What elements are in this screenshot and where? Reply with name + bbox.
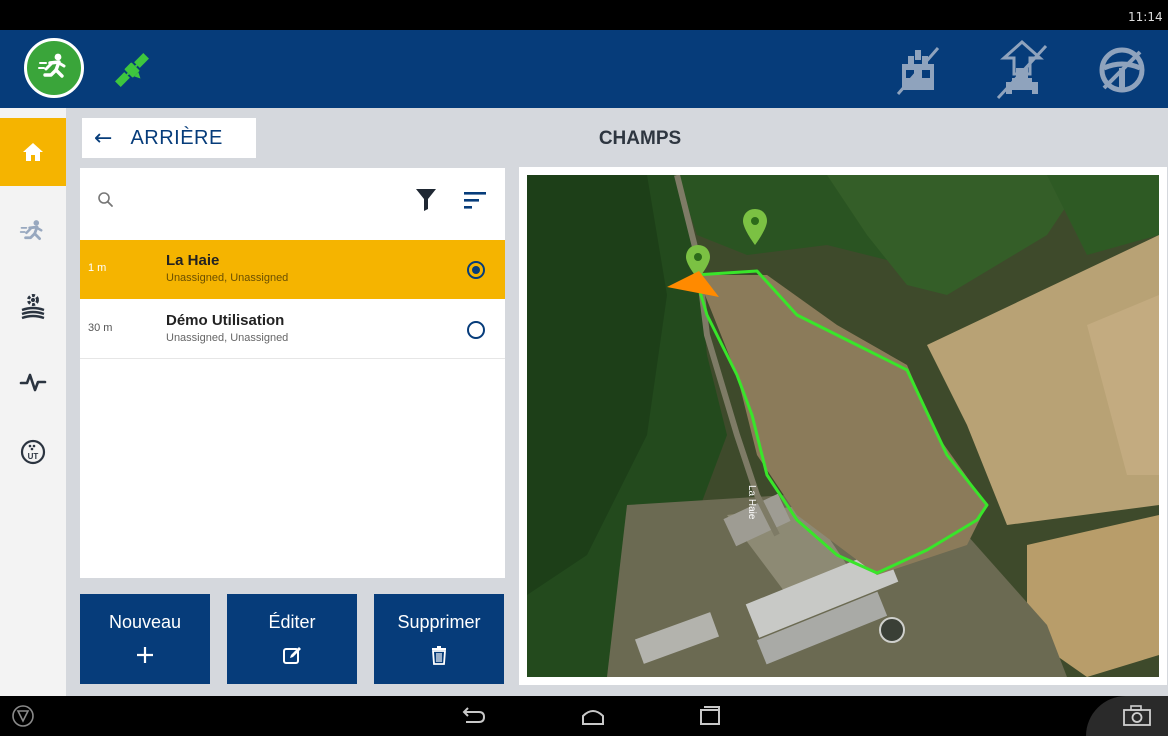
app-bar bbox=[0, 30, 1168, 108]
plus-icon bbox=[137, 647, 153, 663]
field-radio-selected[interactable] bbox=[467, 261, 485, 279]
isobus-ut-icon: UT bbox=[20, 439, 46, 465]
field-radio[interactable] bbox=[467, 321, 485, 339]
status-bar: 11:14 bbox=[0, 0, 1168, 30]
camera-icon bbox=[1123, 705, 1151, 726]
satellite-icon[interactable] bbox=[108, 46, 156, 94]
field-name: La Haie bbox=[166, 252, 220, 269]
side-nav-item-home[interactable] bbox=[0, 118, 66, 186]
field-distance: 30 m bbox=[88, 322, 113, 334]
edit-icon bbox=[283, 647, 301, 664]
trash-icon bbox=[432, 646, 446, 665]
field-settings-icon bbox=[21, 294, 45, 320]
autosteer-disabled-icon[interactable] bbox=[990, 38, 1054, 102]
diagnostics-icon bbox=[19, 373, 47, 392]
side-nav-item-run[interactable] bbox=[0, 198, 66, 266]
field-distance: 1 m bbox=[88, 262, 107, 274]
filter-icon[interactable] bbox=[414, 186, 438, 212]
home-nav-icon[interactable] bbox=[580, 704, 606, 728]
back-nav-icon[interactable] bbox=[460, 704, 486, 728]
field-assignment: Unassigned, Unassigned bbox=[166, 332, 289, 344]
side-nav-item-isobus-ut[interactable]: UT bbox=[0, 418, 66, 486]
steering-wheel-disabled-icon[interactable] bbox=[1090, 38, 1154, 102]
search-bar bbox=[80, 168, 505, 240]
satellite-map-image: La Haie bbox=[527, 175, 1159, 677]
running-person-icon bbox=[19, 220, 43, 240]
field-list-panel: 1 m La Haie Unassigned, Unassigned 30 m … bbox=[80, 168, 505, 578]
new-field-label: Nouveau bbox=[108, 612, 182, 632]
delete-field-button[interactable]: Supprimer bbox=[374, 594, 504, 684]
search-icon bbox=[98, 192, 113, 207]
run-button[interactable] bbox=[24, 38, 84, 98]
svg-text:UT: UT bbox=[28, 452, 39, 461]
field-list-item[interactable]: 1 m La Haie Unassigned, Unassigned bbox=[80, 240, 505, 299]
search-input[interactable] bbox=[124, 186, 424, 216]
new-field-button[interactable]: Nouveau bbox=[80, 594, 210, 684]
delete-field-label: Supprimer bbox=[397, 612, 481, 632]
arrow-left-icon: ← bbox=[94, 125, 113, 151]
home-icon bbox=[23, 143, 43, 161]
edit-field-label: Éditer bbox=[268, 612, 316, 632]
side-nav-item-field-settings[interactable] bbox=[0, 272, 66, 340]
screenshot-button[interactable] bbox=[1086, 696, 1168, 736]
page-title: CHAMPS bbox=[598, 128, 682, 149]
map-road-label: La Haie bbox=[746, 485, 757, 520]
side-nav: UT bbox=[0, 108, 66, 696]
side-nav-item-diagnostics[interactable] bbox=[0, 348, 66, 416]
field-list-item[interactable]: 30 m Démo Utilisation Unassigned, Unassi… bbox=[80, 300, 505, 359]
back-button-label: ARRIÈRE bbox=[130, 126, 223, 149]
edit-field-button[interactable]: Éditer bbox=[227, 594, 357, 684]
field-name: Démo Utilisation bbox=[166, 312, 285, 329]
recent-apps-icon[interactable] bbox=[697, 704, 723, 728]
running-person-icon bbox=[38, 53, 66, 78]
map-frame: La Haie bbox=[519, 167, 1167, 685]
field-assignment: Unassigned, Unassigned bbox=[166, 272, 289, 284]
status-time: 11:14 bbox=[1128, 10, 1163, 24]
system-nav-bar bbox=[0, 696, 1168, 736]
sort-icon[interactable] bbox=[462, 188, 488, 212]
logo-icon[interactable] bbox=[10, 704, 36, 728]
back-button[interactable]: ← ARRIÈRE bbox=[82, 118, 256, 158]
implement-disabled-icon[interactable] bbox=[886, 38, 950, 102]
field-map[interactable]: La Haie bbox=[527, 175, 1159, 677]
